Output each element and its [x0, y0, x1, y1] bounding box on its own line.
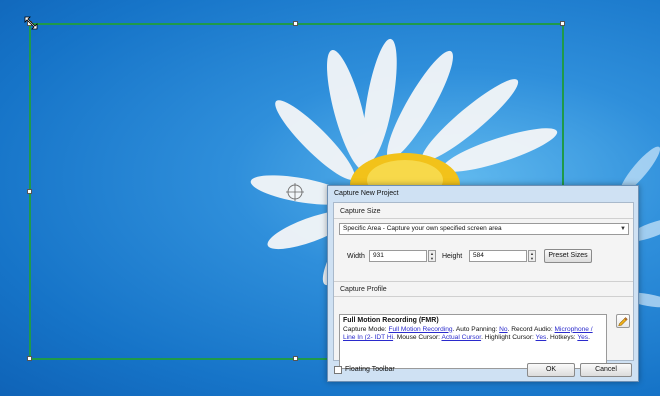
- edit-profile-button[interactable]: [616, 314, 630, 328]
- capture-mode-select[interactable]: Specific Area - Capture your own specifi…: [339, 223, 629, 235]
- height-input[interactable]: 584: [469, 250, 527, 262]
- height-spinner[interactable]: ▲ ▼: [528, 250, 536, 262]
- resize-cursor-icon: [24, 16, 38, 30]
- auto-panning-label: . Auto Panning:: [452, 325, 500, 333]
- divider: [334, 296, 633, 297]
- highlight-cursor-link[interactable]: Yes: [536, 334, 547, 341]
- capture-mode-label: Capture Mode:: [343, 325, 389, 333]
- width-label: Width: [347, 253, 365, 260]
- chevron-down-icon: ▼: [620, 226, 626, 232]
- ok-button[interactable]: OK: [527, 363, 575, 377]
- width-input[interactable]: 931: [369, 250, 427, 262]
- profile-name: Full Motion Recording (FMR): [343, 317, 439, 324]
- divider: [334, 281, 633, 282]
- width-spinner[interactable]: ▲ ▼: [428, 250, 436, 262]
- capture-mode-link[interactable]: Full Motion Recording: [388, 326, 452, 333]
- resize-handle-top-right[interactable]: [560, 21, 565, 26]
- pencil-icon: [618, 317, 628, 327]
- preset-sizes-button[interactable]: Preset Sizes: [544, 249, 592, 263]
- resize-handle-left[interactable]: [27, 189, 32, 194]
- capture-size-label: Capture Size: [340, 208, 381, 215]
- mouse-cursor-link[interactable]: Actual Cursor: [441, 334, 481, 341]
- cancel-button[interactable]: Cancel: [580, 363, 632, 377]
- hotkeys-label: . Hotkeys:: [546, 334, 578, 342]
- move-crosshair-icon[interactable]: [285, 182, 305, 202]
- mouse-cursor-label: . Mouse Cursor:: [393, 334, 442, 342]
- capture-mode-value: Specific Area - Capture your own specifi…: [343, 225, 502, 232]
- auto-panning-link[interactable]: No: [499, 326, 507, 333]
- floating-toolbar-label: Floating Toolbar: [345, 366, 395, 373]
- resize-handle-bottom[interactable]: [293, 356, 298, 361]
- floating-toolbar-checkbox[interactable]: [334, 366, 342, 374]
- divider: [334, 218, 633, 219]
- hotkeys-link[interactable]: Yes: [577, 334, 588, 341]
- dialog-title: Capture New Project: [334, 190, 399, 197]
- highlight-cursor-label: . Highlight Cursor:: [481, 334, 536, 342]
- resize-handle-top[interactable]: [293, 21, 298, 26]
- record-audio-label: . Record Audio:: [507, 325, 555, 333]
- dialog-content: Capture Size Specific Area - Capture you…: [333, 202, 634, 369]
- capture-new-project-dialog: Capture New Project Capture Size Specifi…: [327, 185, 639, 382]
- profile-end: .: [588, 334, 590, 342]
- resize-handle-bottom-left[interactable]: [27, 356, 32, 361]
- height-label: Height: [442, 253, 463, 260]
- capture-profile-label: Capture Profile: [340, 286, 387, 293]
- capture-profile-details: Full Motion Recording (FMR) Capture Mode…: [339, 314, 607, 369]
